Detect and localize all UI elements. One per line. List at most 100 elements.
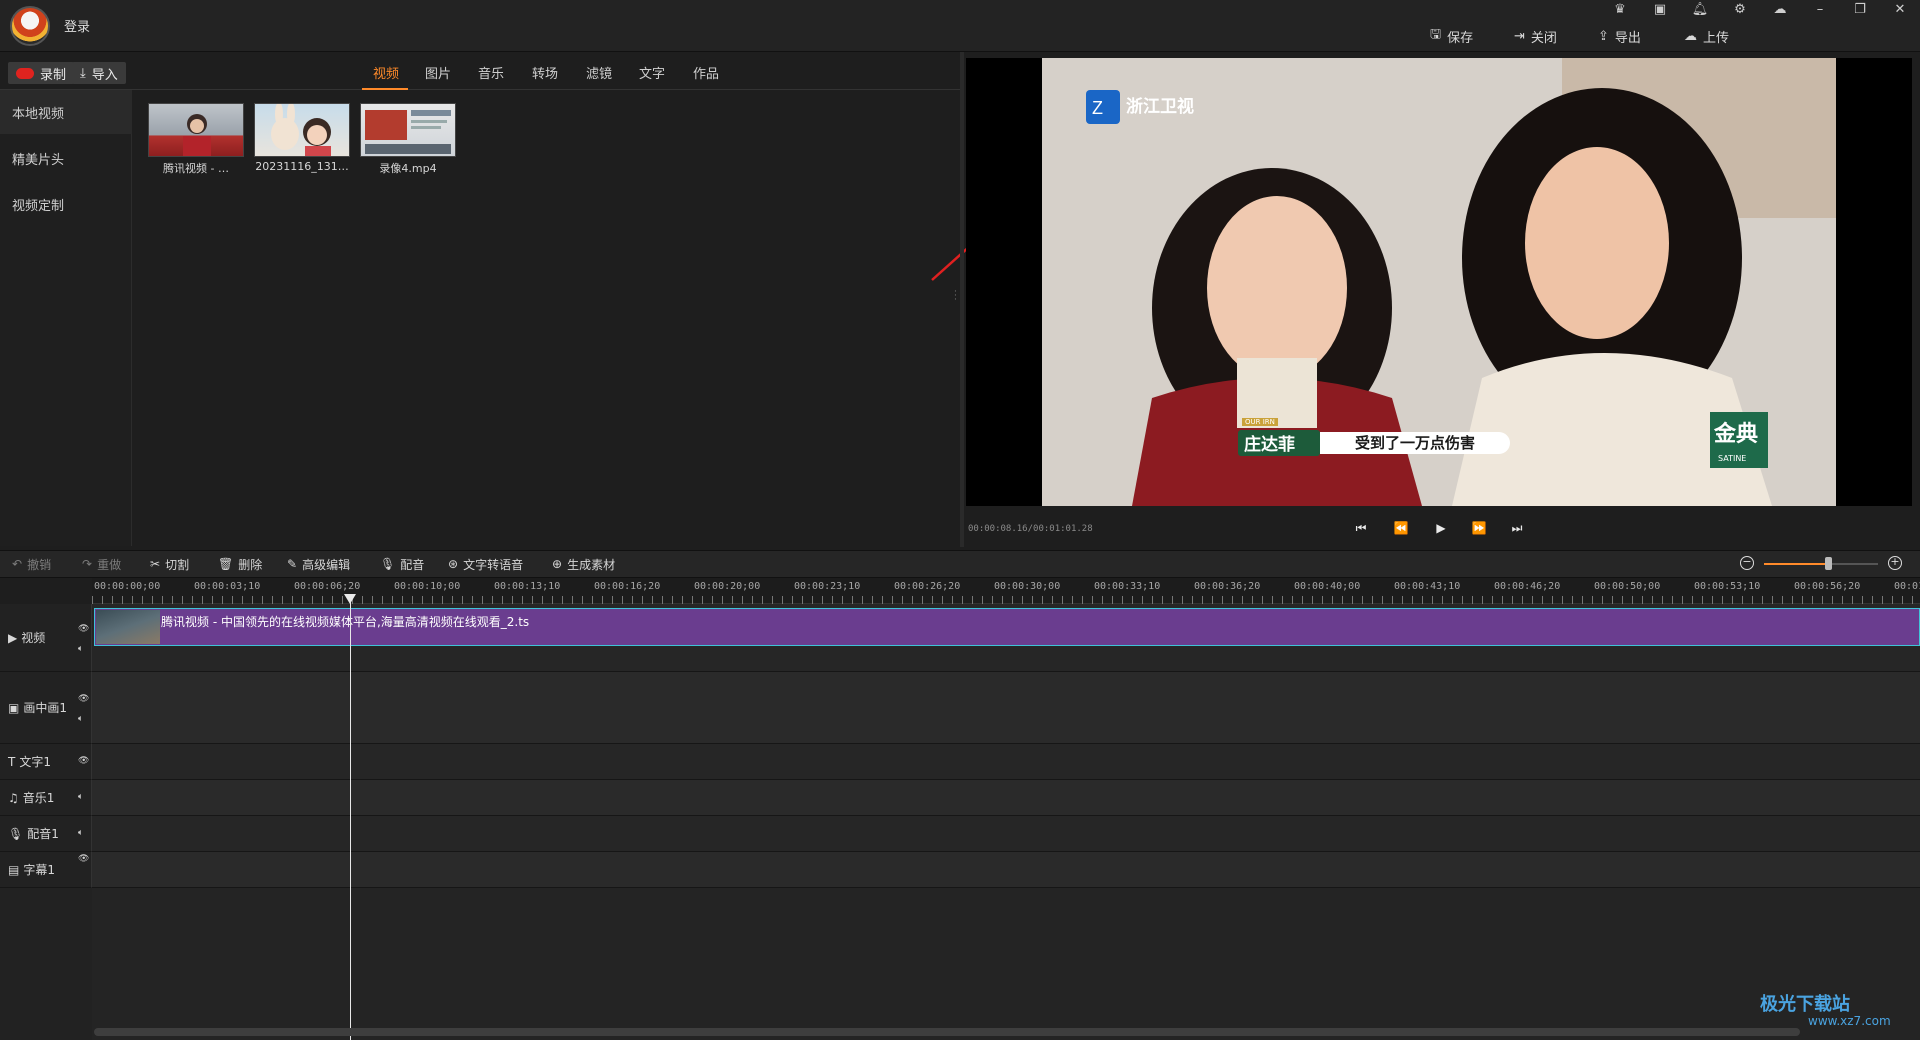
ruler-tick-label: 00:00:46;20 (1494, 581, 1561, 592)
step-back-button[interactable]: ⏪ (1388, 516, 1414, 540)
screen-icon[interactable]: ▣ (1648, 2, 1672, 20)
close-project-button[interactable]: ⇥ 关闭 (1514, 26, 1557, 46)
timeline-scrollbar[interactable] (94, 1028, 1800, 1036)
subtitle-track-icon: ▤ (8, 862, 20, 877)
zoom-in-button[interactable]: + (1888, 556, 1902, 570)
sidebar-item-custom[interactable]: 视频定制 (0, 182, 132, 226)
ruler-tick-label: 00:00:30;00 (994, 581, 1061, 592)
redo-icon: ↷ (82, 557, 93, 571)
redo-button[interactable]: ↷ 重做 (82, 556, 121, 572)
media-thumb-1[interactable] (148, 103, 244, 157)
lane-text[interactable] (92, 744, 1920, 780)
ruler-tick-label: 00:00:56;20 (1794, 581, 1861, 592)
track-header-subtitle[interactable]: ▤ 字幕1 👁︎ (0, 852, 92, 888)
pencil-icon: ✎ (287, 557, 298, 571)
lane-dub[interactable] (92, 816, 1920, 852)
generate-button[interactable]: ⊕ 生成素材 (552, 556, 615, 572)
delete-button[interactable]: 🗑︎ 删除 (218, 556, 262, 572)
track-header-pip[interactable]: ▣ 画中画1 👁︎ 🔈︎ (0, 672, 92, 744)
step-forward-button[interactable]: ⏩ (1466, 516, 1492, 540)
lane-pip[interactable] (92, 672, 1920, 744)
record-label: 录制 (40, 67, 67, 83)
media-label-3: 录像4.mp4 (379, 162, 437, 175)
overlay-name: 庄达菲 (1238, 430, 1320, 456)
export-button[interactable]: ⇪ 导出 (1598, 26, 1641, 46)
gear-icon[interactable]: ⚙ (1728, 2, 1752, 20)
mic-icon: 🎙︎ (380, 557, 396, 571)
import-icon: ⤓ (80, 65, 86, 81)
cut-label: 切割 (165, 557, 190, 572)
playhead-line[interactable] (350, 596, 351, 1040)
play-button[interactable]: ▶ (1428, 516, 1454, 540)
minimize-icon[interactable]: – (1808, 2, 1832, 20)
step-back-icon: ⏪ (1393, 521, 1409, 535)
crown-icon[interactable]: ♛ (1608, 2, 1632, 20)
close-label: 关闭 (1530, 30, 1557, 46)
trash-icon: 🗑︎ (218, 557, 234, 571)
import-button[interactable]: ⤓ 导入 (72, 62, 126, 84)
tab-video[interactable]: 视频 (373, 63, 399, 82)
clip-label: 腾讯视频 - 中国领先的在线视频媒体平台,海量高清视频在线观看_2.ts (161, 615, 530, 629)
tab-filter[interactable]: 滤镜 (586, 63, 612, 82)
splitter-grip-icon[interactable]: · · · (954, 288, 957, 305)
overlay-badge: 金典 (1714, 422, 1759, 447)
sidebar-item-intro[interactable]: 精美片头 (0, 136, 132, 180)
text-track-icon: T (8, 754, 16, 769)
record-button[interactable]: 录制 (8, 62, 75, 84)
speaker-icon[interactable]: 🔈︎ (78, 792, 90, 802)
upload-icon: ☁ (1684, 28, 1697, 44)
media-label-1: 腾讯视频 - … (163, 162, 229, 175)
media-label-2: 20231116_131… (255, 160, 349, 173)
tts-button[interactable]: ⊛ 文字转语音 (448, 556, 523, 572)
speaker-icon[interactable]: 🔈︎ (78, 714, 90, 724)
cut-button[interactable]: ✂ 切割 (150, 556, 189, 572)
close-icon[interactable]: ✕ (1888, 2, 1912, 20)
tab-music[interactable]: 音乐 (478, 63, 504, 82)
advanced-edit-button[interactable]: ✎ 高级编辑 (287, 556, 350, 572)
record-icon (16, 67, 34, 79)
lane-music[interactable] (92, 780, 1920, 816)
undo-label: 撤销 (27, 557, 52, 572)
ruler-tick-label: 00:00:20;00 (694, 581, 761, 592)
track-header-text[interactable]: T 文字1 👁︎ (0, 744, 92, 780)
save-button[interactable]: 🖫 保存 (1430, 26, 1473, 46)
tab-image[interactable]: 图片 (425, 63, 451, 82)
import-label: 导入 (91, 67, 118, 83)
tab-works[interactable]: 作品 (693, 63, 719, 82)
media-thumb-3[interactable] (360, 103, 456, 157)
tab-text[interactable]: 文字 (639, 63, 665, 82)
speaker-icon[interactable]: 🔈︎ (78, 644, 90, 654)
skip-start-button[interactable]: ⏮ (1348, 516, 1374, 540)
track-header-video[interactable]: ▶ 视频 👁︎ 🔈︎ (0, 604, 92, 672)
track-header-dub[interactable]: 🎙︎ 配音1 🔈︎ (0, 816, 92, 852)
playhead-handle[interactable] (344, 594, 356, 604)
skip-end-button[interactable]: ⏭ (1504, 516, 1530, 540)
video-frame[interactable]: Z 浙江卫视 庄达菲 OUR IRN 受到了一万点伤害 金典 SATINE (1042, 58, 1836, 506)
track-header-music[interactable]: ♫ 音乐1 🔈︎ (0, 780, 92, 816)
eye-icon[interactable]: 👁︎ (78, 756, 90, 766)
bell-icon[interactable]: 🔔︎ (1688, 2, 1712, 20)
eye-icon[interactable]: 👁︎ (78, 854, 90, 864)
ruler-tick-label: 00:00:36;20 (1194, 581, 1261, 592)
zoom-slider-handle[interactable] (1825, 557, 1832, 570)
undo-button[interactable]: ↶ 撤销 (12, 556, 51, 572)
upload-button[interactable]: ☁ 上传 (1684, 26, 1729, 46)
speaker-icon[interactable]: 🔈︎ (78, 828, 90, 838)
restore-icon[interactable]: ❐ (1848, 2, 1872, 20)
eye-icon[interactable]: 👁︎ (78, 624, 90, 634)
panel-splitter[interactable] (960, 52, 964, 547)
zoom-out-button[interactable]: − (1740, 556, 1754, 570)
video-track-icon: ▶ (8, 630, 18, 645)
track-label-subtitle: 字幕1 (23, 863, 55, 877)
media-thumb-2[interactable] (254, 103, 350, 157)
sidebar-item-local-video[interactable]: 本地视频 (0, 90, 132, 134)
dub-button[interactable]: 🎙︎ 配音 (380, 556, 424, 572)
lane-subtitle[interactable] (92, 852, 1920, 888)
ruler-tick-label: 00:00:00;00 (94, 581, 161, 592)
tab-transition[interactable]: 转场 (532, 63, 558, 82)
cloud-icon[interactable]: ☁ (1768, 2, 1792, 20)
login-link[interactable]: 登录 (64, 16, 90, 35)
eye-icon[interactable]: 👁︎ (78, 694, 90, 704)
skip-start-icon: ⏮ (1355, 520, 1367, 535)
person-icon (183, 114, 211, 156)
